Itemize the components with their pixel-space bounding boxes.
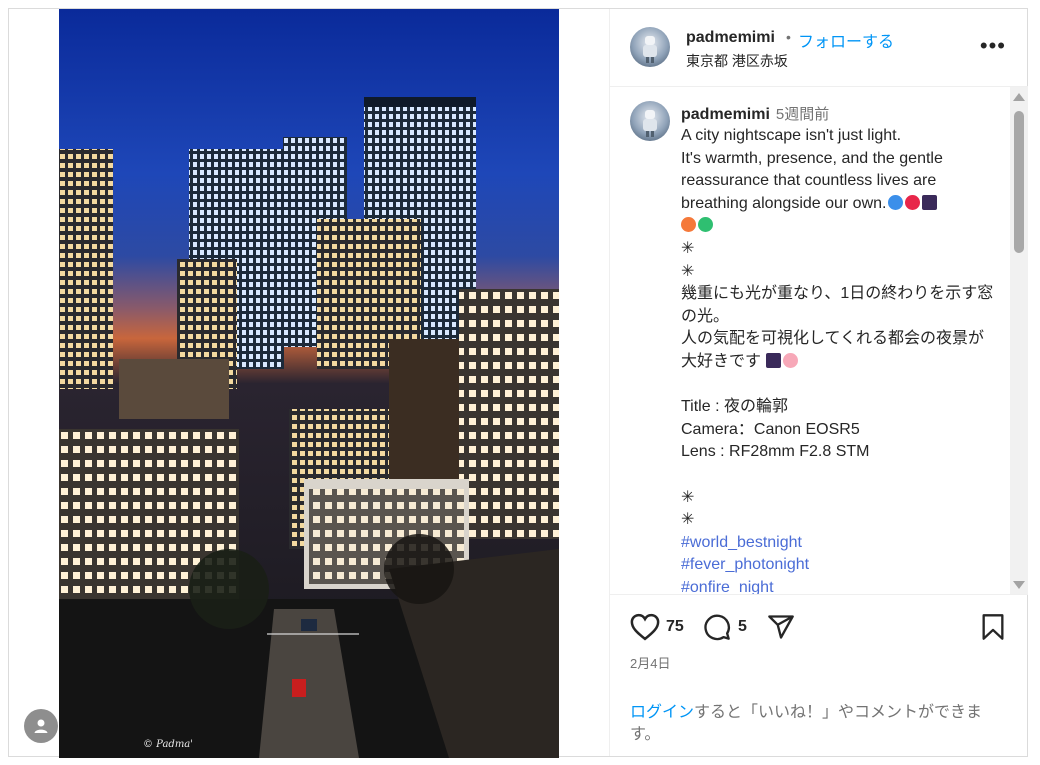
caption-lens: Lens : RF28mm F2.8 STM <box>681 443 870 461</box>
sparkle: ✳ <box>681 511 695 529</box>
more-dots-icon[interactable]: ••• <box>980 33 1006 59</box>
caption-line: It's warmth, presence, and the gentle re… <box>681 148 999 238</box>
orange-heart-emoji-icon <box>681 217 696 233</box>
caption-line-text: It's warmth, presence, and the gentle re… <box>681 149 943 212</box>
author-username[interactable]: padmemimi <box>686 29 775 47</box>
post-header: padmemimi • フォローする 東京都 港区赤坂 ••• <box>610 9 1028 87</box>
save-group <box>980 613 1006 641</box>
login-prompt: ログインすると「いいね！」やコメントができます。 <box>630 702 1010 746</box>
caption-camera: Camera：Canon EOSR5 <box>681 420 860 438</box>
post-sidebar: padmemimi • フォローする 東京都 港区赤坂 ••• padmemim… <box>609 9 1028 756</box>
photo-watermark: © Padma' <box>143 739 194 750</box>
post-photo[interactable]: © Padma' <box>59 9 559 758</box>
comment-icon[interactable] <box>702 613 732 641</box>
follow-button[interactable]: フォローする <box>798 28 894 52</box>
post-embed: © Padma' padmemimi • フォローする 東京都 港区赤坂 ••• <box>8 8 1028 758</box>
author-avatar[interactable] <box>630 27 670 67</box>
comment-group: 5 <box>702 613 747 641</box>
post-location[interactable]: 東京都 港区赤坂 <box>686 51 788 71</box>
caption-text: A city nightscape isn't just light. It's… <box>681 125 999 594</box>
caption-scrollbar[interactable] <box>1010 87 1028 594</box>
sparkle: ✳ <box>681 488 695 506</box>
caption-username[interactable]: padmemimi <box>681 106 770 123</box>
caption-line: A city nightscape isn't just light. <box>681 127 902 144</box>
scroll-thumb[interactable] <box>1014 111 1024 253</box>
scroll-up-arrow-icon[interactable] <box>1013 93 1025 101</box>
post-date[interactable]: 2月4日 <box>630 653 670 672</box>
comment-count[interactable]: 5 <box>738 618 747 636</box>
separator-dot: • <box>786 29 791 45</box>
caption-avatar[interactable] <box>630 101 670 141</box>
red-heart-emoji-icon <box>905 194 921 210</box>
like-group: 75 <box>630 613 684 641</box>
scroll-down-arrow-icon[interactable] <box>1013 581 1025 589</box>
caption-time[interactable]: 5週間前 <box>776 106 829 123</box>
blue-heart-emoji-icon <box>888 194 904 210</box>
night-city-emoji-icon <box>922 194 938 210</box>
caption-title: Title : 夜の輪郭 <box>681 398 788 416</box>
smiling-face-hearts-emoji-icon <box>783 352 799 368</box>
share-group <box>766 613 796 641</box>
guest-avatar-icon[interactable] <box>24 709 58 743</box>
night-city-emoji-icon <box>766 352 782 368</box>
like-count[interactable]: 75 <box>666 618 684 636</box>
sparkle: ✳ <box>681 239 695 257</box>
hashtag-link[interactable]: #fever_photonight <box>681 554 999 577</box>
action-bar: 75 5 <box>610 605 1028 655</box>
hashtag-link[interactable]: #onfire_night <box>681 577 999 594</box>
heart-icon[interactable] <box>630 613 660 641</box>
bookmark-icon[interactable] <box>980 613 1006 641</box>
city-nightscape-image <box>59 9 559 758</box>
login-link[interactable]: ログイン <box>630 704 694 721</box>
caption-panel[interactable]: padmemimi 5週間前 A city nightscape isn't ju… <box>610 87 1028 595</box>
caption-jp-line: 人の気配を可視化してくれる都会の夜景が大好きです <box>681 328 999 373</box>
share-icon[interactable] <box>766 613 796 641</box>
caption-jp-line: 幾重にも光が重なり、1日の終わりを示す窓の光。 <box>681 285 994 325</box>
caption-header: padmemimi 5週間前 <box>681 103 829 124</box>
green-heart-emoji-icon <box>698 217 713 233</box>
caption-jp-text: 人の気配を可視化してくれる都会の夜景が大好きです <box>681 330 985 370</box>
hashtag-link[interactable]: #world_bestnight <box>681 532 999 555</box>
left-margin <box>9 9 59 756</box>
sparkle: ✳ <box>681 262 695 280</box>
